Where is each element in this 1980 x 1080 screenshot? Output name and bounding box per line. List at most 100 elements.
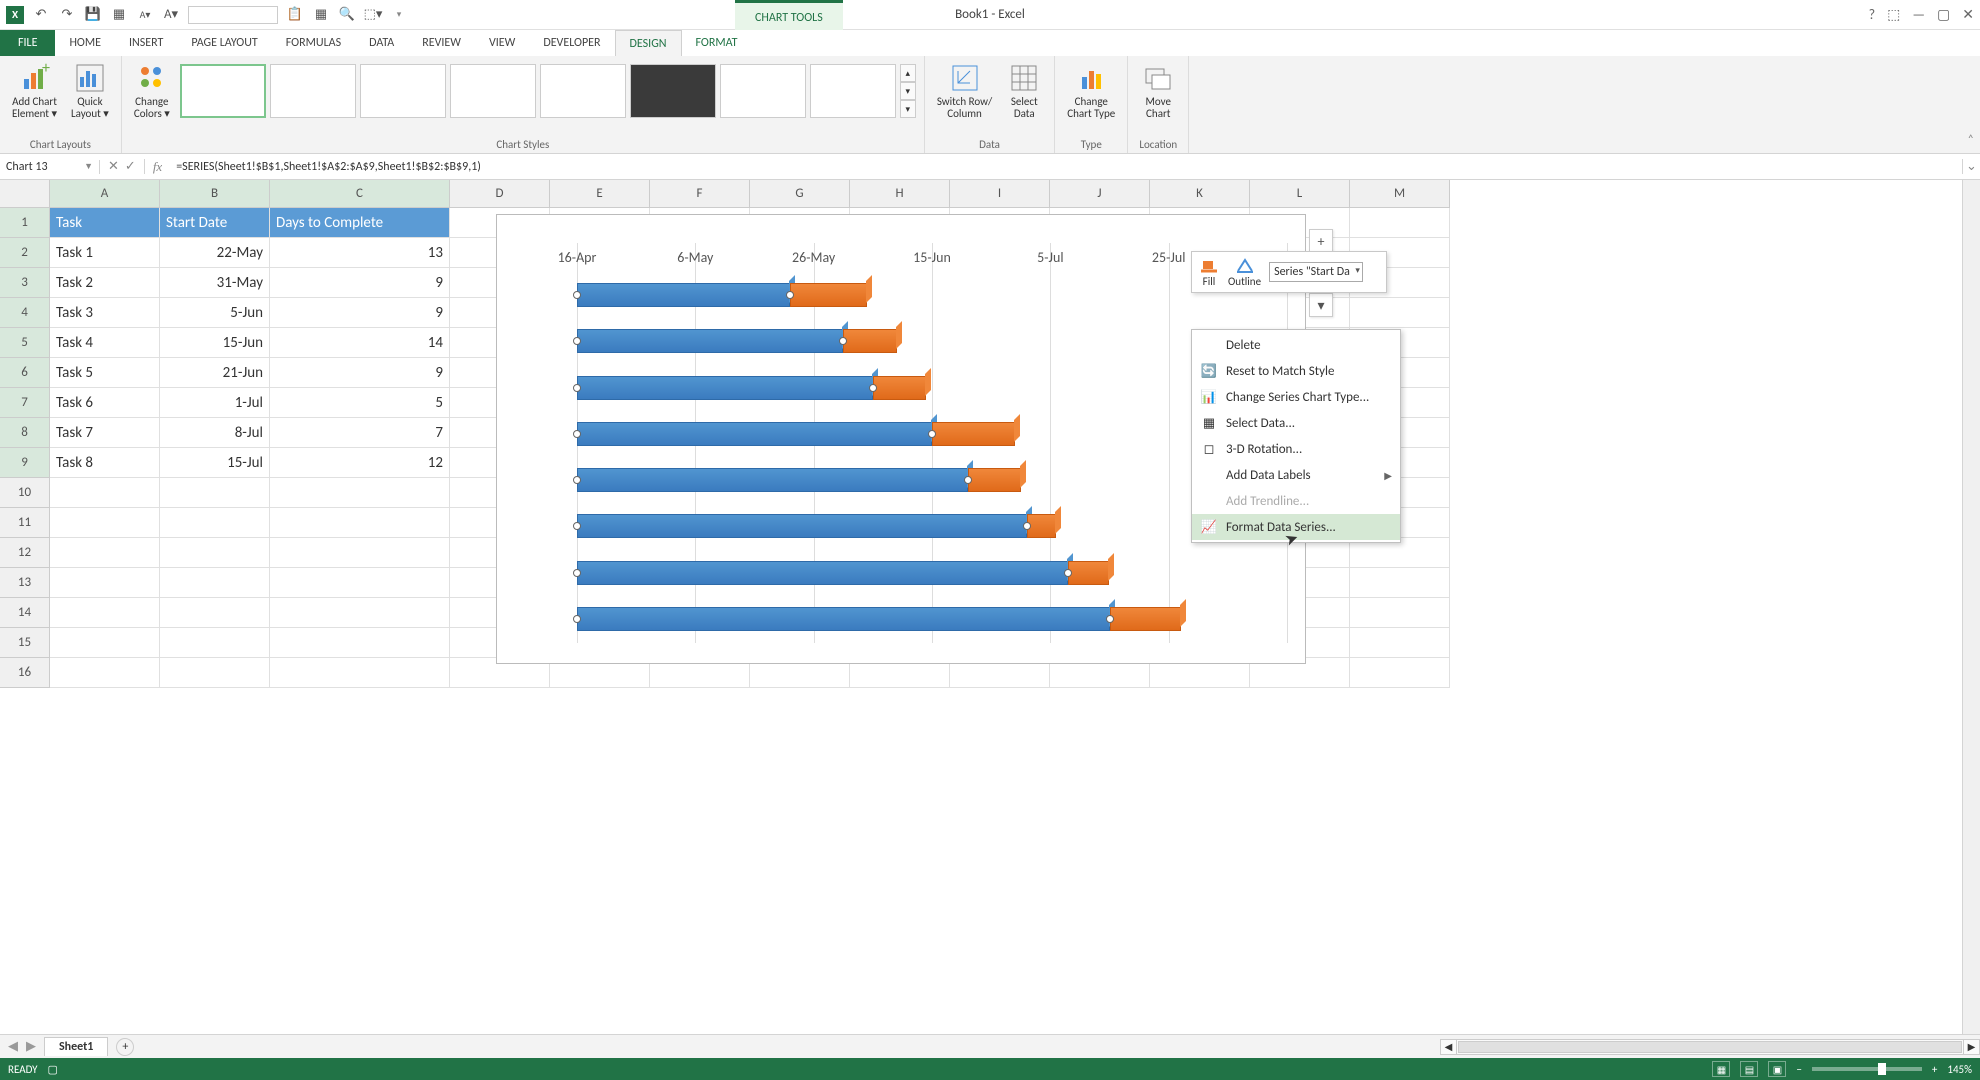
chart-style-2[interactable] xyxy=(270,64,356,118)
move-chart-button[interactable]: Move Chart xyxy=(1136,60,1180,122)
cell-C5[interactable]: 14 xyxy=(270,328,450,358)
bar-series-days[interactable] xyxy=(1068,561,1109,585)
cell-A15[interactable] xyxy=(50,628,160,658)
cell-A10[interactable] xyxy=(50,478,160,508)
cell-A13[interactable] xyxy=(50,568,160,598)
enter-formula-button[interactable]: ✓ xyxy=(125,159,136,174)
bar-series-start-date[interactable] xyxy=(577,561,1068,585)
row-header-16[interactable]: 16 xyxy=(0,658,50,688)
column-header-A[interactable]: A xyxy=(50,180,160,208)
cell-A14[interactable] xyxy=(50,598,160,628)
column-header-J[interactable]: J xyxy=(1050,180,1150,208)
cell-M1[interactable] xyxy=(1350,208,1450,238)
redo-button[interactable]: ↷ xyxy=(58,6,76,24)
chart-object[interactable]: 16-Apr6-May26-May15-Jun5-Jul25-Jul14-Aug… xyxy=(496,214,1306,664)
chart-filters-button[interactable]: ▾ xyxy=(1309,293,1333,317)
select-data-button[interactable]: Select Data xyxy=(1002,60,1046,122)
undo-button[interactable]: ↶ xyxy=(32,6,50,24)
cell-B11[interactable] xyxy=(160,508,270,538)
cell-A3[interactable]: Task 2 xyxy=(50,268,160,298)
column-header-G[interactable]: G xyxy=(750,180,850,208)
cell-A11[interactable] xyxy=(50,508,160,538)
quick-layout-button[interactable]: Quick Layout ▾ xyxy=(67,60,113,122)
qat-btn-2[interactable]: ▦ xyxy=(312,6,330,24)
column-header-K[interactable]: K xyxy=(1150,180,1250,208)
sheet-tab-sheet1[interactable]: Sheet1 xyxy=(44,1037,108,1056)
cell-A8[interactable]: Task 7 xyxy=(50,418,160,448)
cell-C14[interactable] xyxy=(270,598,450,628)
formula-input[interactable]: =SERIES(Sheet1!$B$1,Sheet1!$A$2:$A$9,She… xyxy=(170,160,1962,174)
zoom-out-button[interactable]: − xyxy=(1796,1063,1801,1076)
cell-C12[interactable] xyxy=(270,538,450,568)
sheet-nav-next[interactable]: ▶ xyxy=(26,1039,36,1054)
row-header-11[interactable]: 11 xyxy=(0,508,50,538)
row-header-1[interactable]: 1 xyxy=(0,208,50,238)
row-header-8[interactable]: 8 xyxy=(0,418,50,448)
cell-C16[interactable] xyxy=(270,658,450,688)
chart-plot-area[interactable]: 16-Apr6-May26-May15-Jun5-Jul25-Jul14-Aug… xyxy=(577,243,1285,643)
row-header-15[interactable]: 15 xyxy=(0,628,50,658)
ribbon-display-button[interactable]: ⬚ xyxy=(1887,6,1900,23)
save-button[interactable]: 💾 xyxy=(84,6,102,24)
cell-B7[interactable]: 1-Jul xyxy=(160,388,270,418)
cell-A1[interactable]: Task xyxy=(50,208,160,238)
qat-customize[interactable]: ▾ xyxy=(390,6,408,24)
tab-file[interactable]: FILE xyxy=(0,30,55,56)
tab-data[interactable]: DATA xyxy=(355,30,408,56)
chart-style-5[interactable] xyxy=(540,64,626,118)
cell-B9[interactable]: 15-Jul xyxy=(160,448,270,478)
styles-scroll-down[interactable]: ▾ xyxy=(900,82,916,100)
row-header-9[interactable]: 9 xyxy=(0,448,50,478)
select-all-button[interactable] xyxy=(0,180,50,208)
mini-outline-button[interactable]: Outline xyxy=(1228,256,1261,288)
fx-icon[interactable]: fx xyxy=(145,159,170,175)
tab-developer[interactable]: DEVELOPER xyxy=(529,30,614,56)
cell-B1[interactable]: Start Date xyxy=(160,208,270,238)
tab-review[interactable]: REVIEW xyxy=(408,30,475,56)
cell-C4[interactable]: 9 xyxy=(270,298,450,328)
column-header-C[interactable]: C xyxy=(270,180,450,208)
row-header-10[interactable]: 10 xyxy=(0,478,50,508)
zoom-in-button[interactable]: + xyxy=(1932,1063,1937,1076)
cell-M15[interactable] xyxy=(1350,628,1450,658)
mini-fill-button[interactable]: Fill xyxy=(1198,256,1220,288)
cell-M13[interactable] xyxy=(1350,568,1450,598)
cell-B16[interactable] xyxy=(160,658,270,688)
row-header-5[interactable]: 5 xyxy=(0,328,50,358)
bar-series-days[interactable] xyxy=(790,283,867,307)
column-header-D[interactable]: D xyxy=(450,180,550,208)
ctx-reset-match-style[interactable]: 🔄Reset to Match Style xyxy=(1192,358,1400,384)
bar-series-days[interactable] xyxy=(1110,607,1181,631)
bar-series-start-date[interactable] xyxy=(577,422,932,446)
chart-style-7[interactable] xyxy=(720,64,806,118)
column-header-H[interactable]: H xyxy=(850,180,950,208)
change-chart-type-button[interactable]: Change Chart Type xyxy=(1063,60,1119,122)
qat-btn-3[interactable]: 🔍 xyxy=(338,6,356,24)
column-header-E[interactable]: E xyxy=(550,180,650,208)
cancel-formula-button[interactable]: ✕ xyxy=(108,159,119,174)
ctx-3d-rotation[interactable]: ◻3-D Rotation... xyxy=(1192,436,1400,462)
tab-format[interactable]: FORMAT xyxy=(682,30,752,56)
qat-btn-4[interactable]: ⬚▾ xyxy=(364,6,382,24)
cell-B3[interactable]: 31-May xyxy=(160,268,270,298)
horizontal-scrollbar[interactable]: ◀▶ xyxy=(1440,1039,1980,1055)
row-header-2[interactable]: 2 xyxy=(0,238,50,268)
bar-series-days[interactable] xyxy=(1027,514,1057,538)
maximize-button[interactable]: ▢ xyxy=(1937,6,1950,23)
cell-C15[interactable] xyxy=(270,628,450,658)
help-button[interactable]: ? xyxy=(1869,6,1876,23)
expand-formula-bar-button[interactable]: ⌄ xyxy=(1962,159,1980,174)
row-header-4[interactable]: 4 xyxy=(0,298,50,328)
bar-series-days[interactable] xyxy=(968,468,1021,492)
cell-B6[interactable]: 21-Jun xyxy=(160,358,270,388)
tab-home[interactable]: HOME xyxy=(55,30,115,56)
sheet-nav-prev[interactable]: ◀ xyxy=(8,1039,18,1054)
tab-page-layout[interactable]: PAGE LAYOUT xyxy=(177,30,271,56)
bar-series-start-date[interactable] xyxy=(577,514,1027,538)
bar-series-start-date[interactable] xyxy=(577,329,843,353)
view-normal-button[interactable]: ▦ xyxy=(1712,1061,1730,1077)
row-header-3[interactable]: 3 xyxy=(0,268,50,298)
cell-M4[interactable] xyxy=(1350,298,1450,328)
cell-B2[interactable]: 22-May xyxy=(160,238,270,268)
chart-elements-button[interactable]: + xyxy=(1309,229,1333,253)
